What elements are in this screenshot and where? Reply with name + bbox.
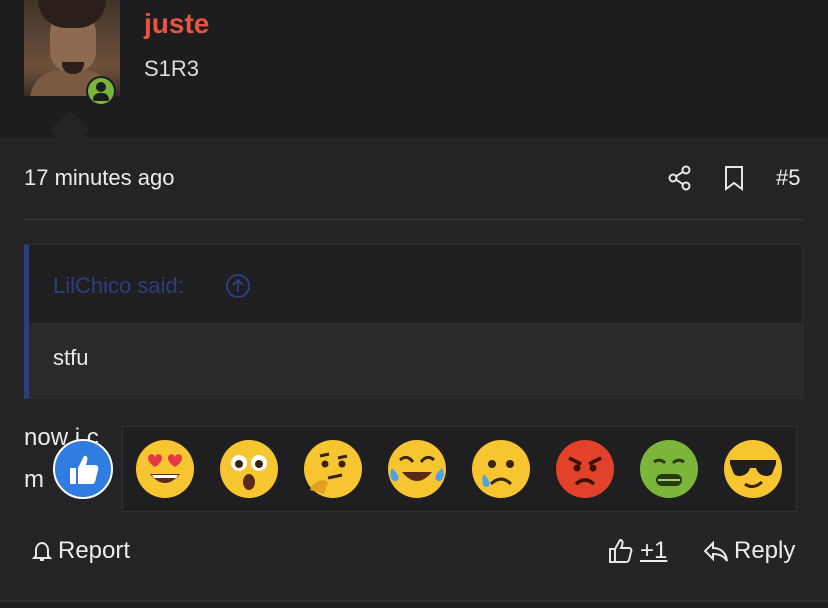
like-reaction-icon[interactable] [52,438,114,500]
quote-body: stfu [29,323,802,398]
user-title: S1R3 [144,56,200,81]
message-text-cont: m [24,466,44,493]
thinking-reaction-icon[interactable] [302,438,364,500]
username[interactable]: juste [144,8,209,40]
bell-icon [31,541,53,561]
post-footer-divider [0,600,828,602]
cool-reaction-icon[interactable] [722,438,784,500]
tears-of-joy-reaction-icon[interactable] [386,438,448,500]
like-button[interactable]: +1 [606,537,667,565]
sick-reaction-icon[interactable] [638,438,700,500]
quote-text: stfu [53,345,89,370]
quote-header: LilChico said: [29,245,802,323]
quote-block: LilChico said: stfu [24,244,803,399]
angry-reaction-icon[interactable] [554,438,616,500]
thumbs-up-icon [609,538,633,563]
online-status-icon [86,76,116,106]
like-count[interactable]: +1 [640,537,667,565]
share-icon[interactable] [666,164,694,192]
reply-button[interactable]: Reply [702,537,795,565]
header-divider [24,219,804,220]
user-header: juste S1R3 [0,0,828,137]
post-time[interactable]: 17 minutes ago [24,165,174,191]
wow-reaction-icon[interactable] [218,438,280,500]
sad-reaction-icon[interactable] [470,438,532,500]
love-eyes-reaction-icon[interactable] [134,438,196,500]
post-number[interactable]: #5 [776,165,800,191]
report-label: Report [58,537,131,564]
quote-author-link[interactable]: LilChico said: [53,273,184,299]
bookmark-icon[interactable] [720,164,748,192]
reply-arrow-icon [703,540,728,562]
reply-label: Reply [734,537,796,564]
arrow-up-circle-icon[interactable] [225,273,251,299]
report-button[interactable]: Report [30,537,130,565]
